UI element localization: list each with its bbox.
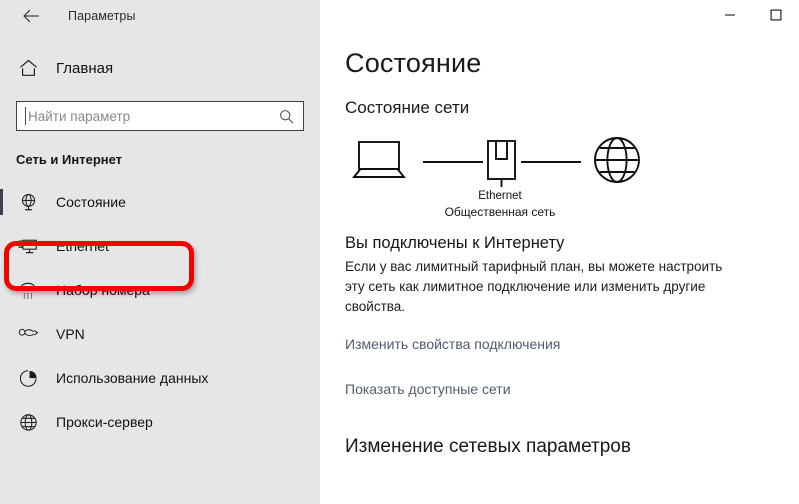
app-title: Параметры [68, 9, 136, 23]
vpn-key-icon [14, 322, 42, 346]
sidebar-item-home[interactable]: Главная [0, 48, 320, 88]
change-connection-properties-link[interactable]: Изменить свойства подключения [345, 336, 799, 352]
search-icon[interactable] [273, 109, 303, 124]
sidebar-item-dialup-label: Набор номера [56, 282, 150, 298]
network-diagram-labels: Ethernet Общественная сеть [345, 189, 655, 220]
search-input[interactable]: Найти параметр [16, 101, 304, 131]
network-status-icon [14, 190, 42, 214]
maximize-button[interactable] [753, 0, 799, 30]
sidebar-item-status[interactable]: Состояние [0, 180, 320, 224]
network-type-label: Общественная сеть [444, 205, 556, 219]
sidebar-nav-list: Состояние Ethernet Набор номера VPN Испо… [0, 180, 320, 444]
sidebar-item-dialup[interactable]: Набор номера [0, 268, 320, 312]
sidebar-item-ethernet-label: Ethernet [56, 238, 109, 254]
change-network-settings-heading: Изменение сетевых параметров [345, 436, 631, 457]
sidebar-item-proxy-label: Прокси-сервер [56, 414, 153, 430]
sidebar-item-data-usage-label: Использование данных [56, 370, 209, 386]
connection-status-title: Вы подключены к Интернету [345, 234, 565, 252]
search-placeholder: Найти параметр [28, 108, 131, 124]
adapter-label: Ethernet [478, 190, 522, 202]
network-diagram: Ethernet Общественная сеть [345, 135, 655, 223]
sidebar-item-home-label: Главная [56, 59, 114, 77]
ethernet-port-icon [487, 140, 516, 187]
search-text-cursor [25, 107, 26, 125]
home-icon [14, 59, 42, 77]
connection-status-description: Если у вас лимитный тарифный план, вы мо… [345, 259, 723, 314]
laptop-icon [352, 141, 406, 178]
data-usage-pie-icon [14, 366, 42, 390]
proxy-globe-icon [14, 410, 42, 434]
window-controls [320, 0, 799, 32]
sidebar-group-header: Сеть и Интернет [16, 152, 123, 167]
page-title: Состояние [345, 48, 482, 78]
ethernet-monitor-icon [14, 234, 42, 258]
sidebar-item-ethernet[interactable]: Ethernet [0, 224, 320, 268]
minimize-button[interactable] [707, 0, 753, 30]
sidebar-item-proxy[interactable]: Прокси-сервер [0, 400, 320, 444]
window-titlebar-left: Параметры [0, 0, 320, 32]
section-title: Состояние сети [345, 98, 470, 117]
main-content: Состояние Состояние сети Ethernet Общест… [320, 0, 799, 504]
dial-up-phone-icon [14, 278, 42, 302]
back-arrow-icon[interactable] [18, 3, 44, 29]
settings-window: Параметры Главная Найти параметр Сеть и … [0, 0, 799, 504]
sidebar-item-data-usage[interactable]: Использование данных [0, 356, 320, 400]
globe-icon [594, 137, 640, 183]
sidebar: Параметры Главная Найти параметр Сеть и … [0, 0, 320, 504]
sidebar-item-vpn-label: VPN [56, 326, 85, 342]
show-available-networks-link[interactable]: Показать доступные сети [345, 381, 799, 397]
sidebar-item-status-label: Состояние [56, 194, 126, 210]
sidebar-item-vpn[interactable]: VPN [0, 312, 320, 356]
